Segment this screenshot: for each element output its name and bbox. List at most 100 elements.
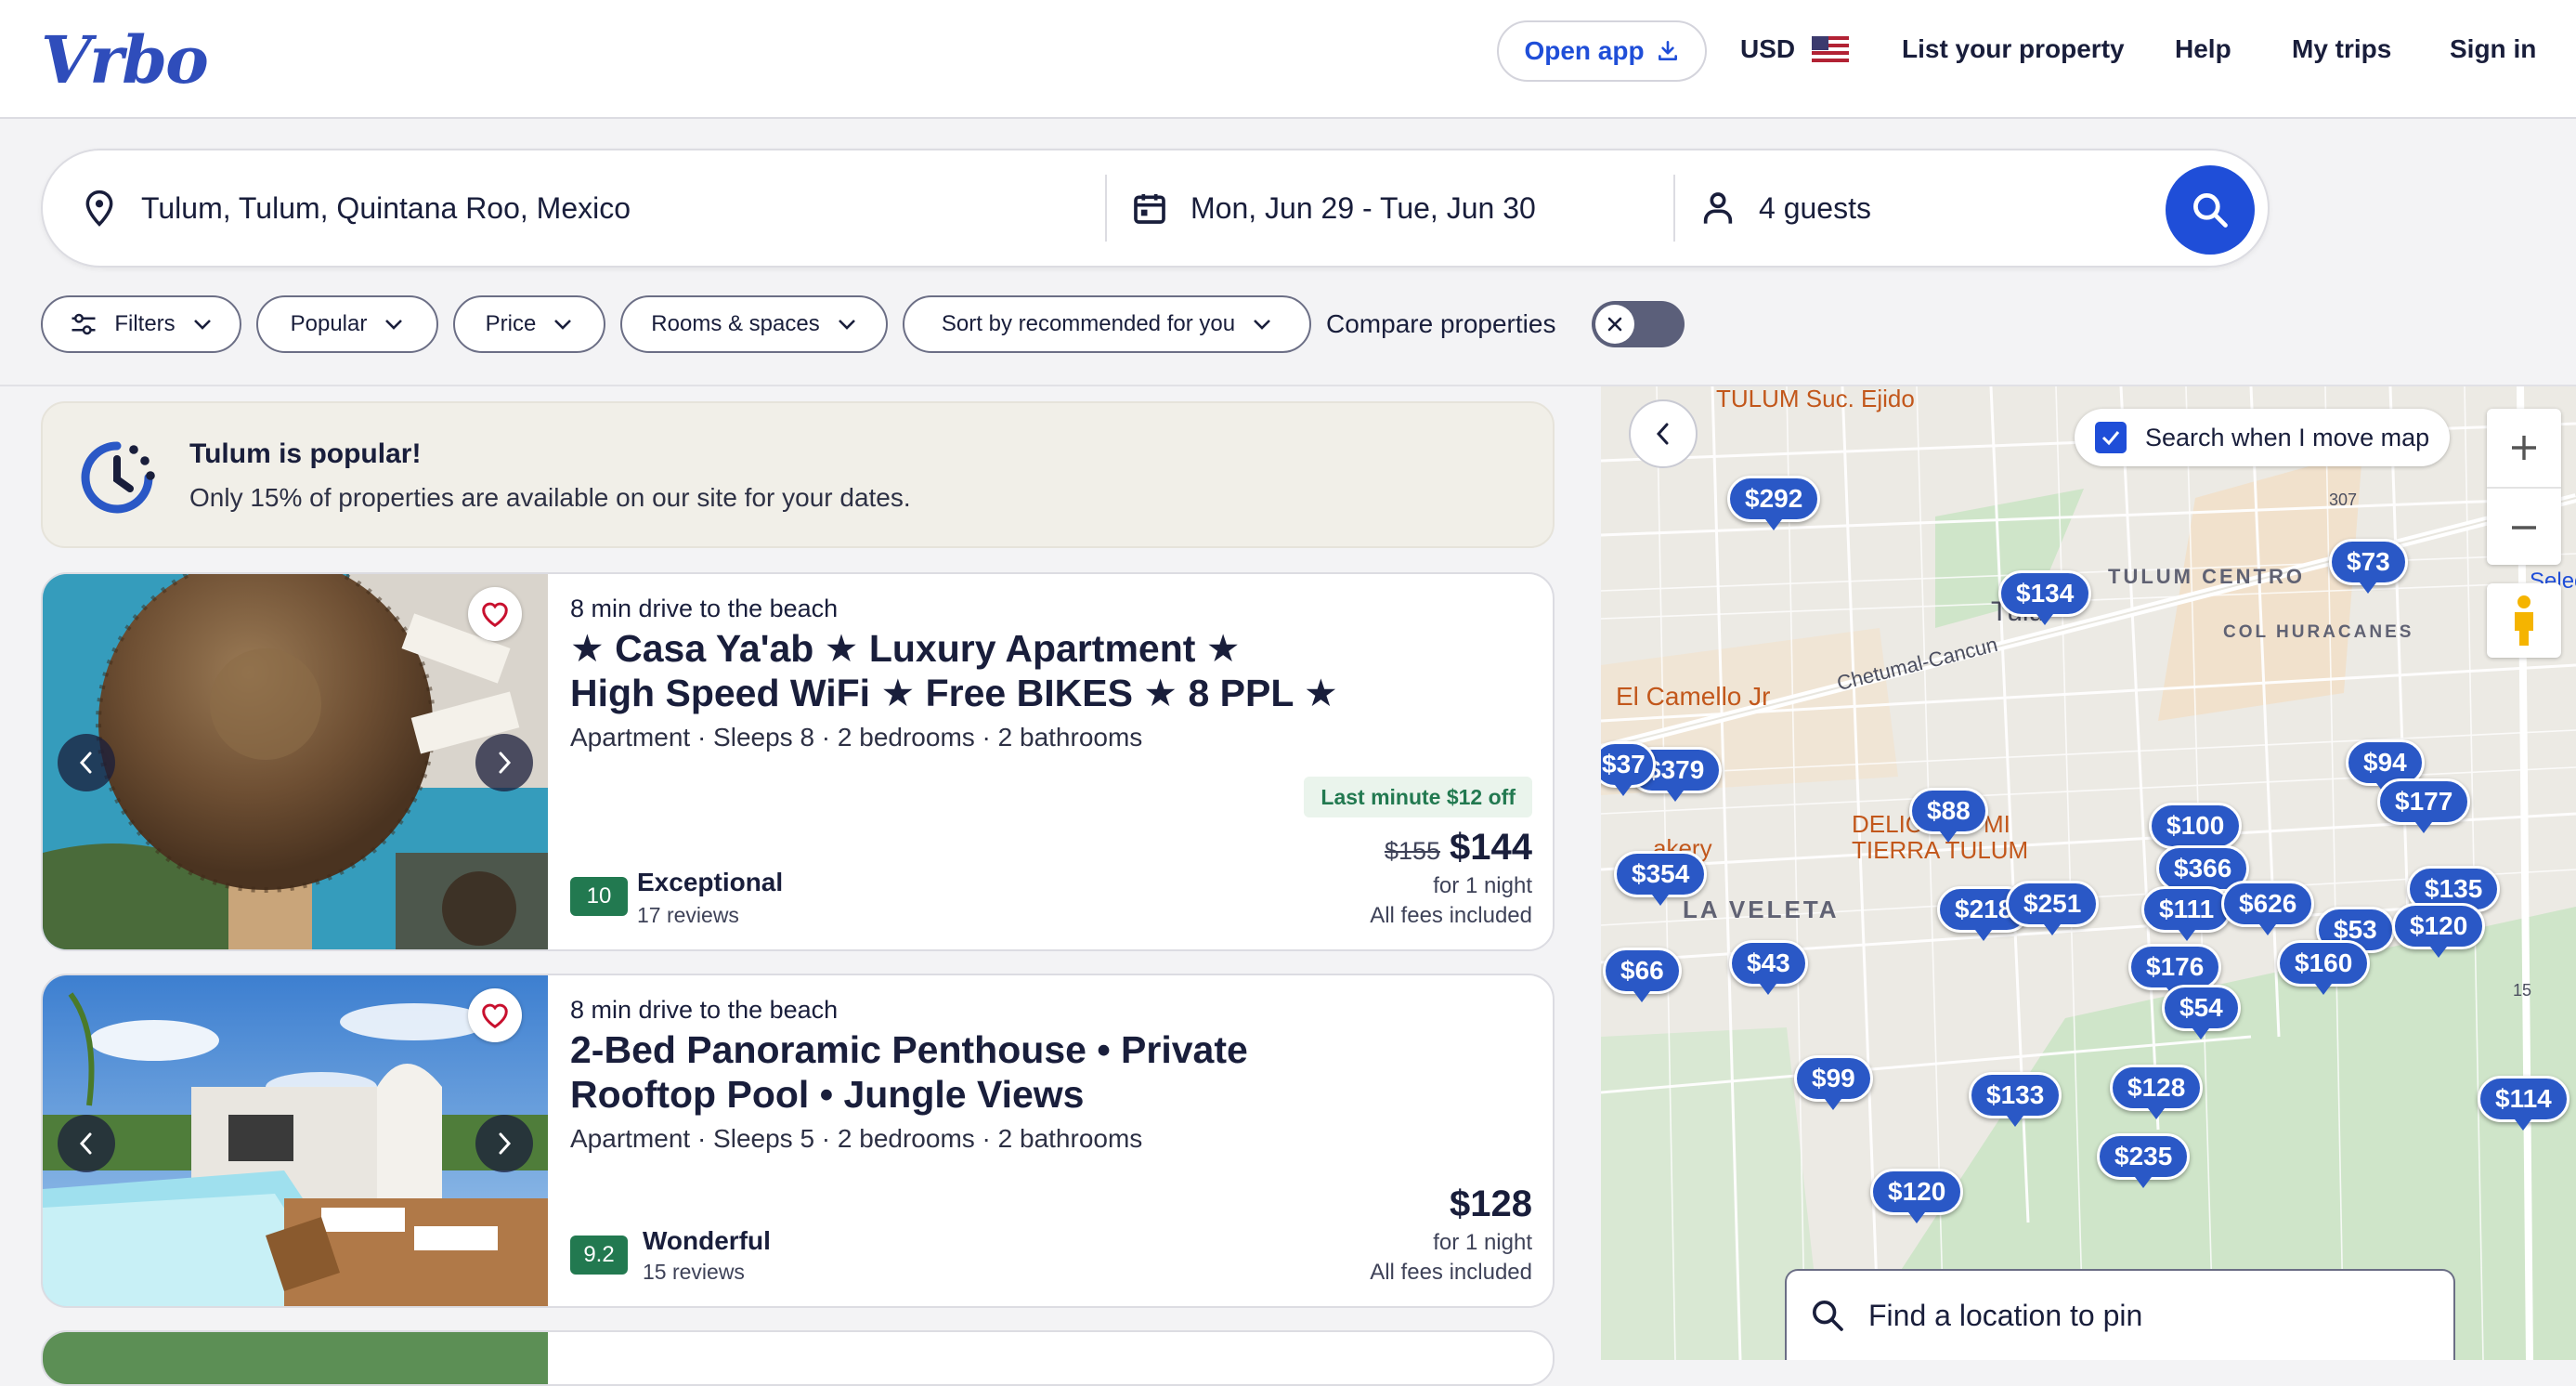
- checkmark-icon: [2101, 431, 2120, 446]
- previous-photo-button[interactable]: [58, 1115, 115, 1172]
- map-price-pin[interactable]: $66: [1603, 948, 1682, 1002]
- guests-value: 4 guests: [1759, 190, 1871, 225]
- listing-title[interactable]: 2-Bed Panoramic Penthouse • Private Roof…: [570, 1027, 1248, 1117]
- previous-photo-button[interactable]: [58, 734, 115, 791]
- original-price: $155: [1384, 837, 1441, 865]
- map-price-pin[interactable]: $73: [2329, 539, 2408, 594]
- listing-title[interactable]: ★ Casa Ya'ab ★ Luxury Apartment ★ High S…: [570, 626, 1338, 715]
- review-count: 15 reviews: [643, 1260, 745, 1284]
- minus-icon: [2512, 526, 2536, 530]
- map-price-pin[interactable]: $626: [2221, 881, 2315, 935]
- zoom-controls: [2487, 409, 2561, 565]
- us-flag-icon: [1812, 36, 1850, 62]
- map-price-pin[interactable]: $354: [1614, 851, 1708, 906]
- find-location-input[interactable]: Find a location to pin: [1785, 1269, 2455, 1360]
- listing-card[interactable]: 8 min drive to the beach 2-Bed Panoramic…: [41, 974, 1555, 1308]
- map-price-pin[interactable]: $37: [1601, 741, 1656, 796]
- compare-properties-toggle[interactable]: [1592, 301, 1685, 347]
- review-count: 17 reviews: [637, 903, 739, 927]
- help-link[interactable]: Help: [2175, 20, 2231, 78]
- map-price-pin[interactable]: $177: [2377, 778, 2471, 833]
- listing-title-line: 2-Bed Panoramic Penthouse • Private: [570, 1028, 1248, 1071]
- price-filter-button[interactable]: Price: [453, 295, 605, 353]
- map-label: LA VELETA: [1683, 896, 1840, 923]
- map-price-pin[interactable]: $54: [2162, 985, 2241, 1040]
- destination-field[interactable]: Tulum, Tulum, Quintana Roo, Mexico: [82, 150, 631, 266]
- map-panel[interactable]: TULUM Suc. Ejido TULUM CENTRO COL HURACA…: [1601, 386, 2576, 1360]
- open-app-button[interactable]: Open app: [1497, 20, 1707, 82]
- map-price-pin[interactable]: $235: [2097, 1133, 2191, 1188]
- zoom-out-button[interactable]: [2487, 487, 2561, 567]
- dates-field[interactable]: Mon, Jun 29 - Tue, Jun 30: [1131, 150, 1536, 266]
- next-photo-button[interactable]: [475, 1115, 533, 1172]
- calendar-icon: [1134, 194, 1165, 224]
- favorite-button[interactable]: [468, 988, 522, 1042]
- my-trips-link[interactable]: My trips: [2292, 20, 2391, 78]
- sign-in-link[interactable]: Sign in: [2450, 20, 2536, 78]
- currency-label: USD: [1740, 34, 1796, 63]
- chevron-down-icon: [385, 320, 403, 330]
- map-price-pin[interactable]: $88: [1909, 788, 1988, 843]
- listing-facts: Apartment · Sleeps 8 · 2 bedrooms · 2 ba…: [570, 723, 1143, 752]
- map-price-pin[interactable]: $120: [1870, 1169, 1964, 1223]
- vrbo-logo[interactable]: Vrbo: [41, 15, 209, 104]
- map-price-pin[interactable]: $176: [2128, 944, 2222, 999]
- popular-text: Only 15% of properties are available on …: [189, 483, 911, 512]
- list-property-link[interactable]: List your property: [1902, 20, 2125, 78]
- map-price-pin[interactable]: $160: [2277, 940, 2371, 995]
- street-view-pegman[interactable]: [2487, 583, 2561, 658]
- rooms-spaces-label: Rooms & spaces: [651, 311, 820, 336]
- guests-field[interactable]: 4 guests: [1699, 150, 1871, 266]
- search-when-move-checkbox[interactable]: [2095, 422, 2127, 453]
- map-price-pin[interactable]: $111: [2141, 886, 2232, 941]
- listing-photo[interactable]: [43, 574, 548, 949]
- person-icon: [1703, 192, 1733, 224]
- map-label: TULUM Suc. Ejido: [1716, 386, 1915, 412]
- chevron-down-icon: [838, 320, 855, 330]
- map-price-pin[interactable]: $100: [2149, 803, 2243, 857]
- map-price-pin[interactable]: $120: [2392, 903, 2486, 958]
- clock-icon: [81, 441, 155, 514]
- listing-title-line: Rooftop Pool • Jungle Views: [570, 1073, 1085, 1116]
- filters-button[interactable]: Filters: [41, 295, 241, 353]
- favorite-button[interactable]: [468, 587, 522, 641]
- map-price-pin[interactable]: $43: [1729, 940, 1808, 995]
- search-button[interactable]: [2166, 165, 2255, 255]
- next-photo-button[interactable]: [475, 734, 533, 791]
- chevron-left-icon: [79, 1132, 92, 1155]
- current-price: $128: [1450, 1183, 1532, 1224]
- price-note: for 1 night: [1433, 873, 1532, 898]
- listing-photo[interactable]: [43, 975, 548, 1306]
- listing-card[interactable]: 8 min drive to the beach ★ Casa Ya'ab ★ …: [41, 572, 1555, 951]
- map-price-pin[interactable]: $134: [1998, 570, 2092, 625]
- map-price-pin[interactable]: $251: [2006, 881, 2100, 935]
- map-price-pin[interactable]: $128: [2110, 1065, 2204, 1119]
- search-when-move-toggle[interactable]: Search when I move map: [2075, 409, 2451, 466]
- search-icon: [2193, 193, 2228, 228]
- map-price-pin[interactable]: $114: [2478, 1076, 2569, 1131]
- listing-title-line: ★ Casa Ya'ab ★ Luxury Apartment ★: [570, 627, 1241, 670]
- price-row: $155 $144: [1385, 827, 1532, 869]
- map-price-pin[interactable]: $292: [1727, 476, 1821, 530]
- popular-filter-button[interactable]: Popular: [256, 295, 438, 353]
- zoom-in-button[interactable]: [2487, 409, 2561, 487]
- rooms-spaces-filter-button[interactable]: Rooms & spaces: [620, 295, 888, 353]
- price-note: for 1 night: [1433, 1230, 1532, 1255]
- rating-word: Exceptional: [637, 868, 784, 896]
- current-price: $144: [1450, 827, 1532, 868]
- map-price-pin[interactable]: $133: [1969, 1072, 2062, 1127]
- sort-dropdown[interactable]: Sort by recommended for you: [903, 295, 1311, 353]
- listing-card[interactable]: [41, 1330, 1555, 1386]
- listing-photo[interactable]: [43, 1332, 548, 1384]
- close-icon: [1607, 317, 1622, 332]
- chevron-left-icon: [1656, 423, 1669, 445]
- search-divider: [1105, 175, 1107, 242]
- map-price-pin[interactable]: $99: [1794, 1055, 1873, 1110]
- compare-properties-label: Compare properties: [1326, 309, 1556, 338]
- location-pin-icon: [85, 190, 113, 227]
- popular-title: Tulum is popular!: [189, 438, 422, 469]
- toggle-knob: [1595, 305, 1634, 344]
- collapse-map-button[interactable]: [1629, 399, 1698, 468]
- price-filter-label: Price: [485, 311, 537, 336]
- currency-selector[interactable]: USD: [1740, 20, 1850, 78]
